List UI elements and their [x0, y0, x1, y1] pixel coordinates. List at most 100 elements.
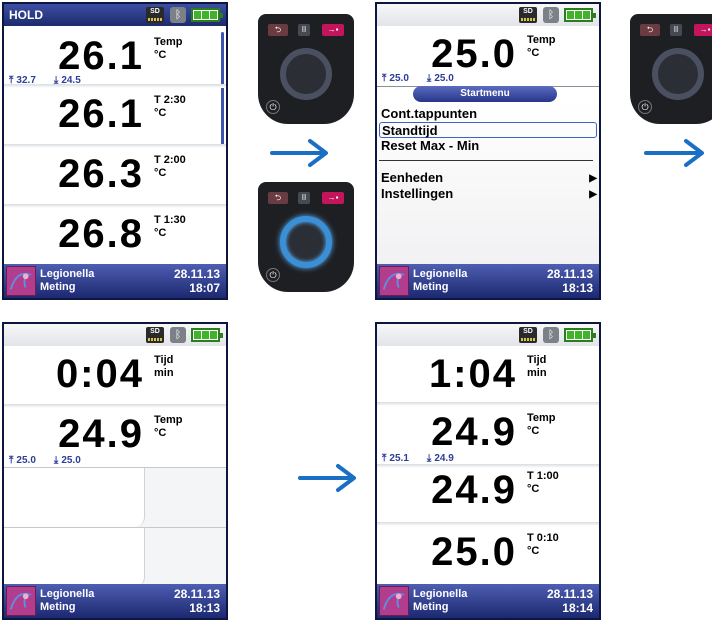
min-arrow-icon: ⤓ [53, 455, 59, 466]
max-min-readout: ⤒ 25.1 ⤓ 24.9 [382, 453, 454, 464]
power-icon[interactable]: ⏻ [266, 268, 280, 282]
hold-button[interactable]: II [298, 192, 310, 204]
reading-label: Temp °C [527, 412, 556, 437]
status-bar: SD ᛒ [377, 4, 599, 26]
sd-card-icon: SD [146, 7, 164, 23]
power-icon[interactable]: ⏻ [266, 100, 280, 114]
legionella-icon[interactable] [379, 586, 409, 616]
battery-icon [191, 328, 223, 342]
max-arrow-icon: ⤒ [382, 453, 387, 464]
reading-value: 26.1 [58, 34, 144, 78]
sd-card-icon: SD [519, 327, 537, 343]
max-arrow-icon: ⤒ [382, 73, 387, 84]
hold-button[interactable]: II [298, 24, 310, 36]
reading-label: T 1:00 °C [527, 470, 559, 495]
footer-bar: Legionella Meting 28.11.13 18:13 [4, 584, 226, 618]
arrow-right-icon [644, 139, 704, 167]
keypad: ⮌ II →▪ ⏻ [630, 14, 712, 124]
reading-value: 25.0 [431, 530, 517, 574]
reading-row: 0:04 Tijd min [4, 344, 226, 404]
back-button[interactable]: ⮌ [268, 24, 288, 36]
program-name: Legionella Meting [40, 588, 95, 613]
status-bar: SD ᛒ [377, 324, 599, 346]
reading-value: 26.8 [58, 212, 144, 256]
date-time: 28.11.13 18:13 [546, 267, 593, 295]
max-arrow-icon: ⤒ [9, 455, 14, 466]
program-name: Legionella Meting [413, 268, 468, 293]
bluetooth-icon: ᛒ [170, 327, 186, 343]
empty-slot [4, 467, 226, 527]
footer-bar: Legionella Meting 28.11.13 18:07 [4, 264, 226, 298]
battery-icon [191, 8, 223, 22]
reading-row: 24.9 T 1:00 °C [377, 464, 599, 524]
menu-item-eenheden[interactable]: Eenheden ▶ [379, 170, 597, 186]
reading-row: 26.1 T 2:30 °C [4, 84, 226, 144]
reading-label: T 1:30 °C [154, 214, 186, 239]
bluetooth-icon: ᛒ [543, 7, 559, 23]
reading-label: T 0:10 °C [527, 532, 559, 557]
program-name: Legionella Meting [413, 588, 468, 613]
min-arrow-icon: ⤓ [426, 453, 432, 464]
empty-slot [4, 527, 226, 587]
enter-button[interactable]: →▪ [322, 192, 344, 204]
battery-icon [564, 8, 596, 22]
back-button[interactable]: ⮌ [640, 24, 660, 36]
submenu-arrow-icon: ▶ [589, 173, 597, 184]
reading-label: Temp °C [154, 36, 183, 61]
hold-label: HOLD [9, 8, 43, 22]
reading-label: Temp °C [154, 414, 183, 439]
menu-item-standtijd[interactable]: Standtijd [379, 122, 597, 138]
max-min-readout: ⤒ 25.0 ⤓ 25.0 [9, 455, 81, 466]
status-bar: SD ᛒ [4, 324, 226, 346]
min-arrow-icon: ⤓ [426, 73, 432, 84]
reading-row: 1:04 Tijd min [377, 344, 599, 404]
menu-item-instellingen[interactable]: Instellingen ▶ [379, 186, 597, 202]
screen-standtijd-start: SD ᛒ 0:04 Tijd min 24.9 Temp °C ⤒ 25.0 ⤓ 25.0… [2, 322, 228, 620]
date-time: 28.11.13 18:07 [173, 267, 220, 295]
menu-separator [379, 160, 593, 161]
max-min-readout: ⤒ 25.0 ⤓ 25.0 [382, 73, 454, 84]
reading-value: 1:04 [428, 352, 517, 396]
menu-item-reset-max-min[interactable]: Reset Max - Min [379, 138, 597, 154]
reading-value: 24.9 [431, 410, 517, 454]
date-time: 28.11.13 18:14 [546, 587, 593, 615]
reading-label: T 2:00 °C [154, 154, 186, 179]
footer-bar: Legionella Meting 28.11.13 18:13 [377, 264, 599, 298]
hold-button[interactable]: II [670, 24, 682, 36]
menu-item-cont-tappunten[interactable]: Cont.tappunten [379, 106, 597, 122]
sd-card-icon: SD [146, 327, 164, 343]
navigation-ring[interactable] [280, 48, 332, 100]
program-name: Legionella Meting [40, 268, 95, 293]
arrow-right-icon [298, 464, 356, 492]
enter-button[interactable]: →▪ [322, 24, 344, 36]
bluetooth-icon: ᛒ [170, 7, 186, 23]
back-button[interactable]: ⮌ [268, 192, 288, 204]
navigation-ring[interactable] [280, 216, 332, 268]
screen-standtijd-running: SD ᛒ 1:04 Tijd min 24.9 Temp °C ⤒ 25.1 ⤓ 24.9… [375, 322, 601, 620]
legionella-icon[interactable] [379, 266, 409, 296]
reading-value: 24.9 [58, 412, 144, 456]
keypad-highlighted: ⮌ II →▪ ⏻ [258, 182, 354, 292]
sd-card-icon: SD [519, 7, 537, 23]
battery-icon [564, 328, 596, 342]
reading-row: 26.3 T 2:00 °C [4, 144, 226, 204]
screen-startmenu: SD ᛒ 25.0 Temp °C ⤒ 25.0 ⤓ 25.0 Startmenu Co… [375, 2, 601, 300]
reading-value: 0:04 [55, 352, 144, 396]
legionella-icon[interactable] [6, 266, 36, 296]
arrow-right-icon [270, 139, 328, 167]
legionella-icon[interactable] [6, 586, 36, 616]
reading-label: Tijd min [527, 354, 547, 379]
bluetooth-icon: ᛒ [543, 327, 559, 343]
reading-value: 26.3 [58, 152, 144, 196]
enter-button[interactable]: →▪ [694, 24, 712, 36]
reading-label: Tijd min [154, 354, 174, 379]
reading-value: 25.0 [431, 32, 517, 76]
navigation-ring[interactable] [652, 48, 704, 100]
power-icon[interactable]: ⏻ [638, 100, 652, 114]
reading-row: 25.0 T 0:10 °C [377, 522, 599, 582]
date-time: 28.11.13 18:13 [173, 587, 220, 615]
footer-bar: Legionella Meting 28.11.13 18:14 [377, 584, 599, 618]
menu-title: Startmenu [413, 86, 557, 102]
screen-hold: HOLD SD ᛒ 26.1 Temp °C ⤒ 32.7 ⤓ 24.5 26.1 T … [2, 2, 228, 300]
reading-label: Temp °C [527, 34, 556, 59]
